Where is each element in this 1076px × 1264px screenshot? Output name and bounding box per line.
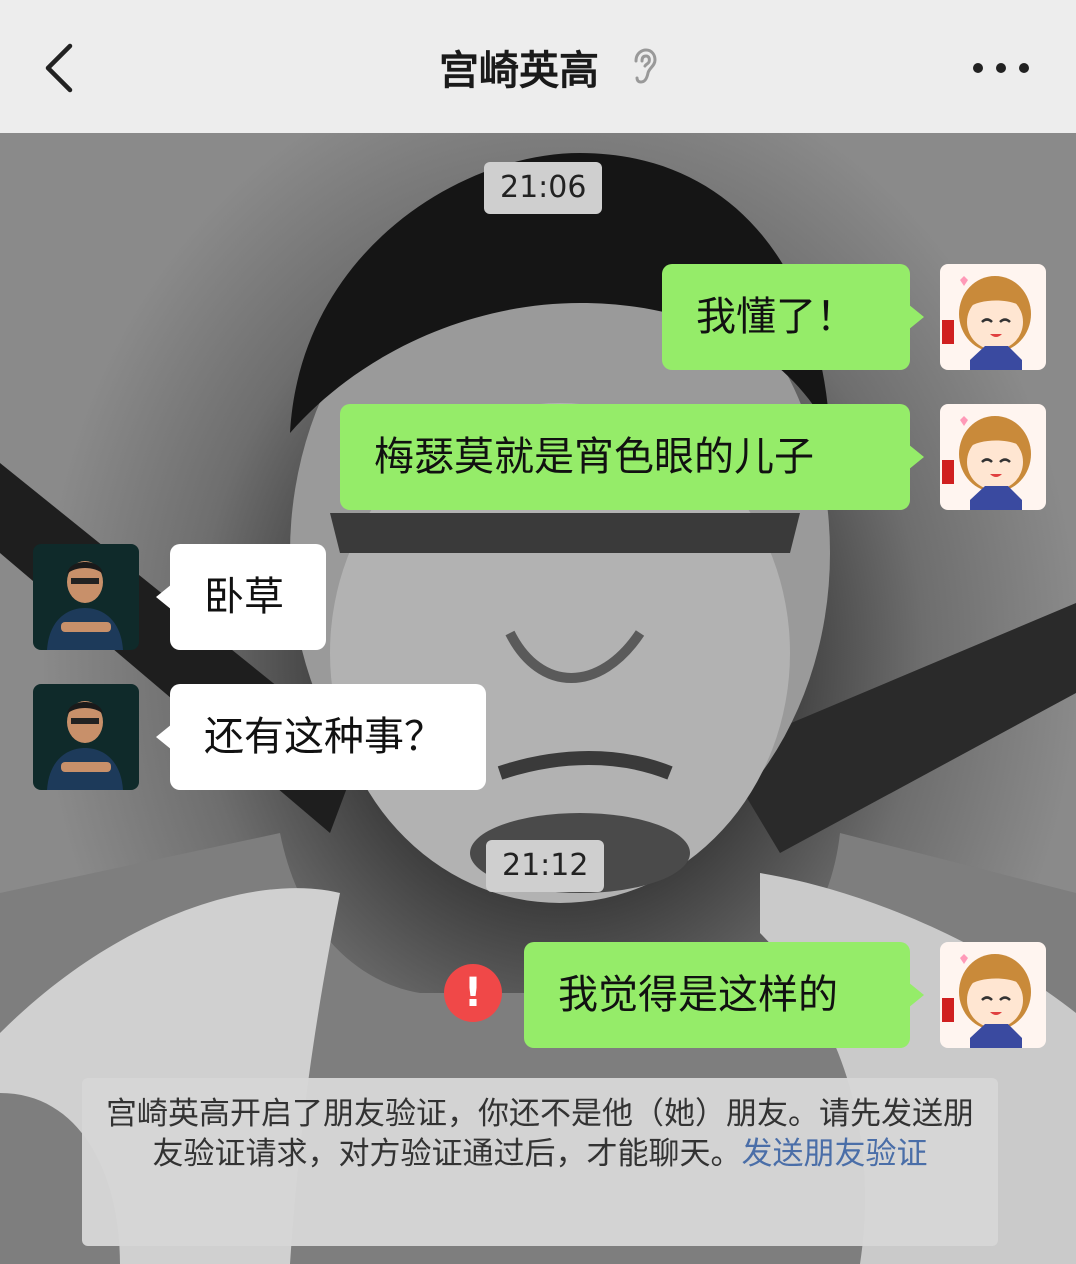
message-bubble-sent[interactable]: 我觉得是这样的 bbox=[524, 942, 924, 1048]
timestamp: 21:06 bbox=[484, 162, 603, 214]
message-bubble-sent[interactable]: 我懂了！ bbox=[662, 264, 924, 370]
contact-name: 宫崎英高 bbox=[439, 47, 599, 94]
man-photo-avatar-icon bbox=[33, 684, 139, 790]
anime-girl-avatar-icon bbox=[940, 942, 1046, 1048]
my-avatar[interactable] bbox=[940, 404, 1046, 510]
anime-girl-avatar-icon bbox=[940, 264, 1046, 370]
contact-avatar[interactable] bbox=[33, 684, 139, 790]
error-icon[interactable]: ! bbox=[444, 964, 502, 1022]
send-friend-request-link[interactable]: 发送朋友验证 bbox=[742, 1136, 928, 1172]
chat-header: 宫崎英高 bbox=[0, 0, 1076, 133]
message-bubble-received[interactable]: 还有这种事？ bbox=[156, 684, 486, 790]
friend-verification-notice: 宫崎英高开启了朋友验证，你还不是他（她）朋友。请先发送朋友验证请求，对方验证通过… bbox=[82, 1078, 998, 1246]
man-photo-avatar-icon bbox=[33, 544, 139, 650]
timestamp: 21:12 bbox=[486, 840, 605, 892]
my-avatar[interactable] bbox=[940, 942, 1046, 1048]
contact-avatar[interactable] bbox=[33, 544, 139, 650]
more-icon[interactable] bbox=[970, 56, 1032, 80]
message-bubble-sent[interactable]: 梅瑟莫就是宵色眼的儿子 bbox=[340, 404, 924, 510]
ear-icon[interactable] bbox=[629, 47, 659, 87]
my-avatar[interactable] bbox=[940, 264, 1046, 370]
anime-girl-avatar-icon bbox=[940, 404, 1046, 510]
message-bubble-received[interactable]: 卧草 bbox=[156, 544, 326, 650]
